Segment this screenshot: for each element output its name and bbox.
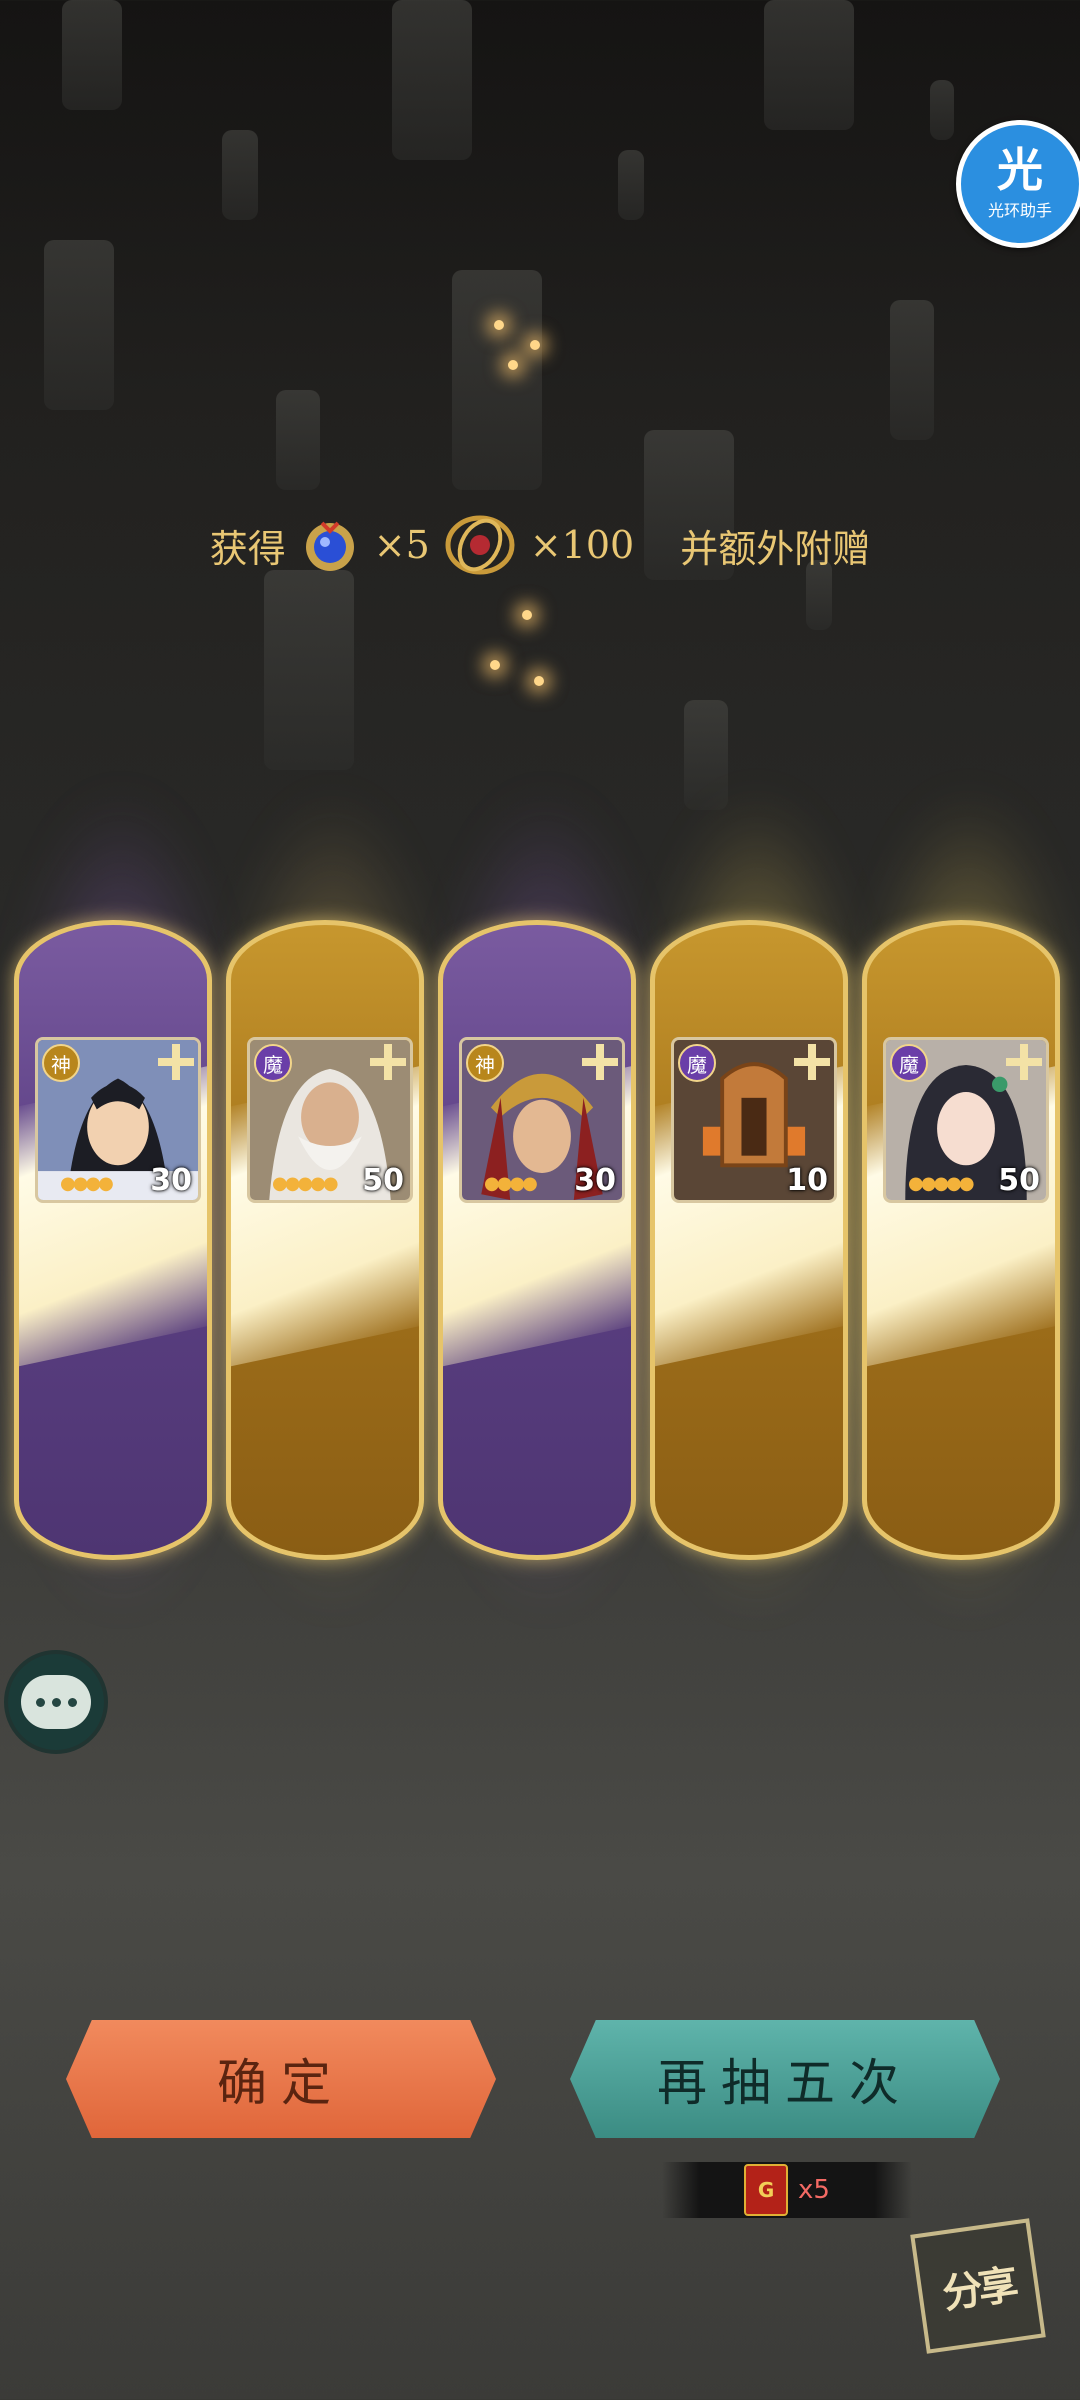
hero-portrait: 魔 ●●●●● 50 xyxy=(247,1037,413,1203)
draw-cost-count: x5 xyxy=(798,2175,830,2205)
hero-portrait: 神 ●●●● 30 xyxy=(35,1037,201,1203)
assistant-label: 光环助手 xyxy=(987,201,1052,220)
faction-badge: 魔 xyxy=(678,1044,716,1082)
hero-portrait: 魔 10 xyxy=(671,1037,837,1203)
hero-card-3[interactable]: 神 ●●●● 30 xyxy=(438,920,636,1560)
confirm-button[interactable]: 确定 xyxy=(66,2020,496,2138)
reward-suffix: 并额外附赠 xyxy=(680,526,871,571)
reward-item1-count: ×5 xyxy=(373,523,430,567)
faction-badge: 神 xyxy=(466,1044,504,1082)
assistant-button[interactable]: 光 光环助手 xyxy=(956,120,1080,248)
draw-cost: G x5 xyxy=(662,2162,912,2218)
plus-corner-icon xyxy=(158,1044,194,1080)
hero-portrait: 神 ●●●● 30 xyxy=(459,1037,625,1203)
hero-card-2[interactable]: 魔 ●●●●● 50 xyxy=(226,920,424,1560)
star-rating-icon: ●●●● xyxy=(484,1173,538,1194)
reward-prefix: 获得 xyxy=(209,526,286,571)
chat-bubble-icon xyxy=(21,1675,91,1729)
star-rating-icon: ●●●● xyxy=(60,1173,114,1194)
star-rating-icon: ●●●●● xyxy=(908,1173,975,1194)
star-rating-icon: ●●●●● xyxy=(272,1173,339,1194)
red-orb-icon xyxy=(444,514,516,576)
reward-item2-count: ×100 xyxy=(529,523,635,567)
plus-corner-icon xyxy=(370,1044,406,1080)
reward-banner: 获得 ×5 ×100 并额外附赠 xyxy=(0,510,1080,580)
share-button[interactable]: 分享 xyxy=(910,2218,1046,2354)
blue-gem-icon xyxy=(300,515,360,575)
hero-level: 10 xyxy=(786,1163,828,1198)
draw-ticket-icon: G xyxy=(744,2164,789,2216)
hero-level: 30 xyxy=(574,1163,616,1198)
hero-portrait: 魔 ●●●●● 50 xyxy=(883,1037,1049,1203)
faction-badge: 魔 xyxy=(890,1044,928,1082)
hero-level: 50 xyxy=(362,1163,404,1198)
hero-card-5[interactable]: 魔 ●●●●● 50 xyxy=(862,920,1060,1560)
draw-again-button[interactable]: 再抽五次 xyxy=(570,2020,1000,2138)
result-cards: 神 ●●●● 30 魔 ●●●●● 50 神 ●●●● 30 魔 10 魔 ●●… xyxy=(0,790,1080,1610)
plus-corner-icon xyxy=(582,1044,618,1080)
assistant-glyph: 光 xyxy=(997,143,1043,197)
faction-badge: 魔 xyxy=(254,1044,292,1082)
hero-card-4[interactable]: 魔 10 xyxy=(650,920,848,1560)
chat-button[interactable] xyxy=(4,1650,108,1754)
plus-corner-icon xyxy=(794,1044,830,1080)
faction-badge: 神 xyxy=(42,1044,80,1082)
hero-card-1[interactable]: 神 ●●●● 30 xyxy=(14,920,212,1560)
hero-level: 50 xyxy=(998,1163,1040,1198)
plus-corner-icon xyxy=(1006,1044,1042,1080)
hero-level: 30 xyxy=(150,1163,192,1198)
